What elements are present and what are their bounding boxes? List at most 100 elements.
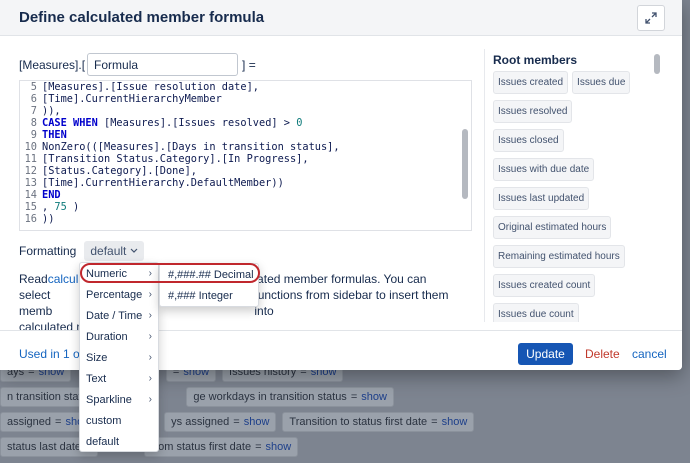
desc-text: functions from sidebar to insert them in… xyxy=(254,288,449,318)
format-menu: Numeric › Percentage › Date / Time › Duration ›… xyxy=(79,262,159,452)
member-name-prefix: [Measures].[ xyxy=(19,57,86,72)
highlight-annotation xyxy=(80,263,260,283)
format-menu-label: Date / Time xyxy=(86,309,143,322)
line-number: 9 xyxy=(30,129,37,141)
format-menu-item[interactable]: Sparkline › xyxy=(80,389,158,410)
background-chip[interactable]: ge workdays in transition status = show xyxy=(186,387,394,407)
format-menu-item[interactable]: Text › xyxy=(80,368,158,389)
format-menu-item[interactable]: Duration › xyxy=(80,326,158,347)
code-line: 8 CASE WHEN [Measures].[Issues resolved] … xyxy=(20,117,471,129)
formatting-dropdown[interactable]: default xyxy=(84,241,145,261)
line-number: 5 xyxy=(30,81,37,93)
root-member-chip[interactable]: Issues created xyxy=(493,71,569,94)
root-member-chip[interactable]: Issues created count xyxy=(493,274,596,297)
format-menu-item[interactable]: Size › xyxy=(80,347,158,368)
format-menu-label: Percentage xyxy=(86,288,143,301)
background-chip[interactable]: Transition to status first date = show xyxy=(282,412,475,432)
numeric-format-option[interactable]: #,### Integer xyxy=(160,285,258,306)
line-number: 16 xyxy=(24,213,37,225)
root-member-chip[interactable]: Remaining estimated hours xyxy=(493,245,625,268)
chevron-right-icon: › xyxy=(148,373,152,384)
code-line: 16)) xyxy=(20,213,471,225)
code-line: 13 [Time].CurrentHierarchy.DefaultMember)… xyxy=(20,177,471,189)
format-menu-item[interactable]: Percentage › xyxy=(80,284,158,305)
chevron-right-icon: › xyxy=(148,289,152,300)
desc-text: Read xyxy=(19,272,48,286)
code-text: [Status.Category].[Done], xyxy=(42,165,197,177)
chevron-right-icon: › xyxy=(148,352,152,363)
line-number: 10 xyxy=(24,141,37,153)
code-text: THEN xyxy=(42,129,67,141)
root-member-chip[interactable]: Issues with due date xyxy=(493,158,595,181)
line-number: 11 xyxy=(24,153,37,165)
code-text: , 75 ) xyxy=(42,201,80,213)
member-name-suffix: ] = xyxy=(242,57,256,72)
docs-link[interactable]: calcul xyxy=(48,271,79,287)
code-text: )), xyxy=(42,105,61,117)
member-name-input[interactable] xyxy=(87,53,239,76)
expand-button[interactable] xyxy=(637,5,665,31)
root-members-list: Issues created Issues due Issues resolved I… xyxy=(485,71,645,322)
format-menu-item[interactable]: custom xyxy=(80,410,158,431)
formula-editor[interactable]: 5 [Measures].[Issue resolution date], 6 [Ti… xyxy=(19,80,472,231)
line-number: 7 xyxy=(30,105,37,117)
background-edge xyxy=(682,0,690,463)
background-row-2: n transition status=show ge workdays in … xyxy=(0,386,400,408)
delete-button[interactable]: Delete xyxy=(585,347,620,361)
formatting-value: default xyxy=(90,244,127,258)
code-text: NonZero(([Measures].[Days in transition … xyxy=(42,141,340,153)
root-members-title: Root members xyxy=(493,53,578,67)
root-member-chip[interactable]: Original estimated hours xyxy=(493,216,612,239)
editor-scrollbar[interactable] xyxy=(462,129,468,199)
root-members-panel: Root members Issues created Issues due Iss… xyxy=(484,49,664,322)
chevron-right-icon: › xyxy=(148,394,152,405)
code-line: 14 END xyxy=(20,189,471,201)
code-line: 11 [Transition Status.Category].[In Progr… xyxy=(20,153,471,165)
code-line: 6 [Time].CurrentHierarchyMember xyxy=(20,93,471,105)
root-member-chip[interactable]: Issues due count xyxy=(493,303,579,322)
dialog-title: Define calculated member formula xyxy=(19,9,265,26)
background-row-3: assigned=show ys assigned=show Transitio… xyxy=(0,411,480,433)
root-members-scrollbar[interactable] xyxy=(654,54,660,74)
code-text: CASE WHEN [Measures].[Issues resolved] >… xyxy=(42,117,303,129)
format-menu-label: custom xyxy=(86,414,122,427)
expand-icon xyxy=(645,12,657,24)
format-menu-item[interactable]: Date / Time › xyxy=(80,305,158,326)
root-member-chip[interactable]: Issues due xyxy=(572,71,631,94)
format-menu-label: Sparkline xyxy=(86,393,132,406)
background-chip[interactable]: from status first date = show xyxy=(144,437,299,457)
line-number: 12 xyxy=(24,165,37,177)
code-text: [Time].CurrentHierarchy.DefaultMember)) xyxy=(42,177,284,189)
formula-code[interactable]: 5 [Measures].[Issue resolution date], 6 [Ti… xyxy=(20,81,471,225)
code-text: [Transition Status.Category].[In Progres… xyxy=(42,153,309,165)
formatting-label: Formatting xyxy=(19,244,77,258)
background-chip[interactable]: ys assigned = show xyxy=(164,412,277,432)
code-text: END xyxy=(42,189,61,201)
cancel-button[interactable]: cancel xyxy=(632,347,667,361)
code-line: 9 THEN xyxy=(20,129,471,141)
chevron-right-icon: › xyxy=(148,310,152,321)
root-member-chip[interactable]: Issues resolved xyxy=(493,100,573,123)
line-number: 8 xyxy=(30,117,37,129)
chevron-right-icon: › xyxy=(148,331,152,342)
line-number: 15 xyxy=(24,201,37,213)
used-in-link[interactable]: Used in 1 ot xyxy=(19,347,83,361)
format-menu-label: Duration xyxy=(86,330,128,343)
dialog-header: Define calculated member formula xyxy=(0,0,682,36)
line-number: 14 xyxy=(24,189,37,201)
code-line: 10 NonZero(([Measures].[Days in transitio… xyxy=(20,141,471,153)
update-button[interactable]: Update xyxy=(518,343,573,365)
code-text: [Time].CurrentHierarchyMember xyxy=(42,93,222,105)
formatting-row: Formatting default xyxy=(19,241,145,261)
root-member-chip[interactable]: Issues closed xyxy=(493,129,564,152)
code-line: 5 [Measures].[Issue resolution date], xyxy=(20,81,471,93)
format-menu-item[interactable]: default xyxy=(80,431,158,452)
code-line: 7)), xyxy=(20,105,471,117)
code-text: [Measures].[Issue resolution date], xyxy=(42,81,259,93)
line-number: 6 xyxy=(30,93,37,105)
code-line: 15 , 75 ) xyxy=(20,201,471,213)
member-name-row: [Measures].[ ] = xyxy=(19,53,256,76)
line-number: 13 xyxy=(24,177,37,189)
code-text: )) xyxy=(42,213,55,225)
root-member-chip[interactable]: Issues last updated xyxy=(493,187,590,210)
